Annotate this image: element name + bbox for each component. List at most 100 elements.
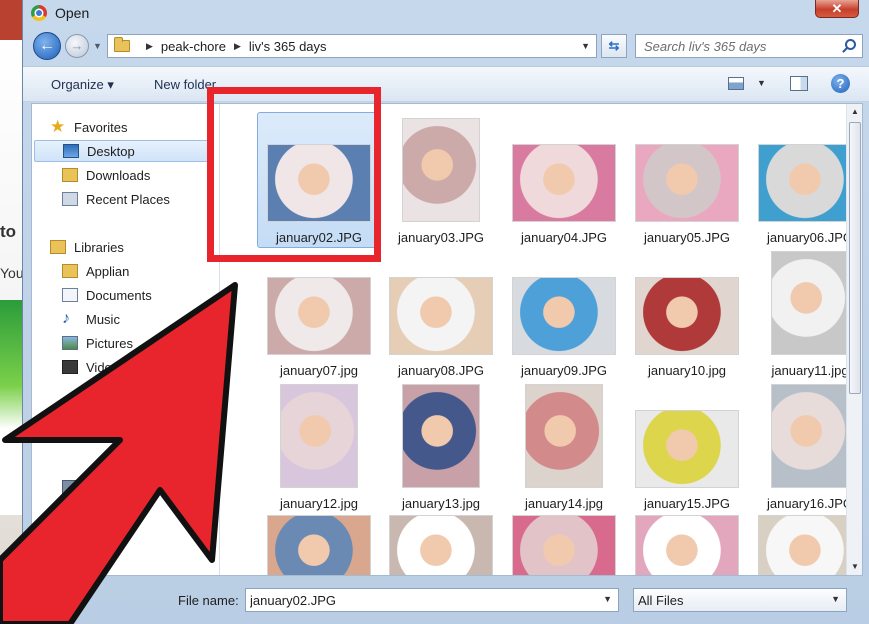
drive-icon [62,480,78,494]
file-thumbnail [267,277,371,355]
nav-item-pictures[interactable]: Pictures [62,332,133,354]
breadcrumb-item[interactable]: peak-chore [161,39,226,54]
preview-pane-icon[interactable] [790,76,808,91]
organize-button[interactable]: Organize ▾ [51,77,114,93]
recent-locations-dropdown-icon[interactable]: ▼ [93,41,102,51]
nav-item-label: Libraries [74,239,124,255]
music-icon: ♪ [62,310,70,327]
nav-item-label: Pictures [86,335,133,351]
command-bar: Organize ▾ New folder ▼ ? [23,66,869,102]
nav-item-label: Videos [86,359,126,375]
search-icon[interactable] [845,39,856,50]
nav-item-downloads[interactable]: Downloads [62,164,150,186]
nav-item-network[interactable] [50,524,74,546]
file-name-combobox[interactable]: ▼ [245,588,619,612]
nav-item-label: Recent Places [86,191,170,207]
nav-item-label: Downloads [86,167,151,183]
star-icon: ★ [50,117,66,136]
file-thumbnail [512,144,616,222]
nav-item-label: Favorites [74,119,128,135]
navigation-pane: ★ Favorites Desktop Downloads Recent Plac… [32,104,220,575]
nav-item-label: Applian [86,263,130,279]
libraries-icon [50,240,66,254]
folder-icon [62,264,78,278]
file-thumbnail [771,384,849,488]
file-thumbnail [267,515,371,575]
network-icon [50,528,66,542]
address-dropdown-icon[interactable]: ▼ [581,41,590,51]
folder-icon [114,37,130,52]
search-box[interactable] [635,34,863,58]
file-thumbnail [389,277,493,355]
file-thumbnail [402,118,480,222]
bottom-bar: File name: ▼ All Files ▼ [23,580,869,624]
search-input[interactable] [636,35,836,57]
help-icon[interactable]: ? [831,74,850,93]
nav-item-favorites[interactable]: ★ Favorites [50,116,127,138]
breadcrumb-item[interactable]: liv's 365 days [249,39,327,54]
address-bar[interactable]: ▶ peak-chore ▶ liv's 365 days ▼ [107,34,597,58]
scroll-up-icon[interactable]: ▲ [847,104,862,120]
file-name: january10.jpg [647,363,727,378]
file-thumbnail [771,251,849,355]
nav-item-videos[interactable]: Videos [62,356,126,378]
file-thumbnail [635,144,739,222]
downloads-icon [62,168,78,182]
file-thumbnail [525,384,603,488]
file-name: january14.jpg [524,496,604,511]
nav-item-computer[interactable] [50,404,74,426]
address-row: ← → ▼ ▶ peak-chore ▶ liv's 365 days ▼ ⇆ [23,26,869,66]
nav-item-drive[interactable] [62,476,86,498]
scrollbar-thumb[interactable] [849,122,861,394]
open-dialog: Open ✕ ← → ▼ ▶ peak-chore ▶ liv's 365 da… [22,0,869,624]
nav-item-label: Documents [86,287,152,303]
view-options-dropdown-icon[interactable]: ▼ [757,78,766,88]
forward-button[interactable]: → [65,34,89,58]
file-thumbnail [635,410,739,488]
background-text: to [0,222,17,241]
file-thumbnail [512,515,616,575]
videos-icon [62,360,78,374]
file-name-input[interactable] [246,589,586,611]
file-name: january07.jpg [279,363,359,378]
highlight-box [207,87,381,262]
file-thumbnail [389,515,493,575]
scroll-down-icon[interactable]: ▼ [847,559,862,575]
breadcrumb-separator-icon[interactable]: ▶ [146,41,153,52]
nav-item-applian[interactable]: Applian [62,260,129,282]
nav-item-recent-places[interactable]: Recent Places [62,188,170,210]
nav-item-libraries[interactable]: Libraries [50,236,124,258]
nav-item-label: Desktop [87,143,135,159]
file-thumbnail [635,277,739,355]
background-text: You [0,265,24,281]
close-button[interactable]: ✕ [815,0,859,18]
nav-item-desktop[interactable]: Desktop [34,140,214,162]
recent-places-icon [62,192,78,206]
file-thumbnail [280,384,358,488]
file-name: january15.JPG [644,496,730,511]
back-button[interactable]: ← [33,32,61,60]
breadcrumb-separator-icon[interactable]: ▶ [234,41,241,52]
chrome-app-icon [31,5,47,21]
file-thumbnail [635,515,739,575]
file-thumbnail [402,384,480,488]
file-name-dropdown-icon[interactable]: ▼ [603,594,612,604]
file-type-value: All Files [638,593,684,608]
file-name: january05.JPG [644,230,730,245]
change-view-icon[interactable] [728,77,744,90]
refresh-button[interactable]: ⇆ [601,34,627,58]
file-name: january03.JPG [398,230,484,245]
dialog-content: ★ Favorites Desktop Downloads Recent Plac… [31,103,863,576]
title-bar: Open ✕ [23,0,869,26]
file-thumbnail [512,277,616,355]
file-type-select[interactable]: All Files ▼ [633,588,847,612]
nav-item-documents[interactable]: Documents [62,284,152,306]
vertical-scrollbar[interactable]: ▲ ▼ [846,104,862,575]
file-type-dropdown-icon[interactable]: ▼ [831,594,840,604]
documents-icon [62,288,78,302]
nav-item-music[interactable]: ♪ Music [62,308,120,330]
file-name: january13.jpg [401,496,481,511]
computer-icon [50,408,66,422]
file-name: january09.JPG [521,363,607,378]
nav-item-label: Music [86,311,120,327]
